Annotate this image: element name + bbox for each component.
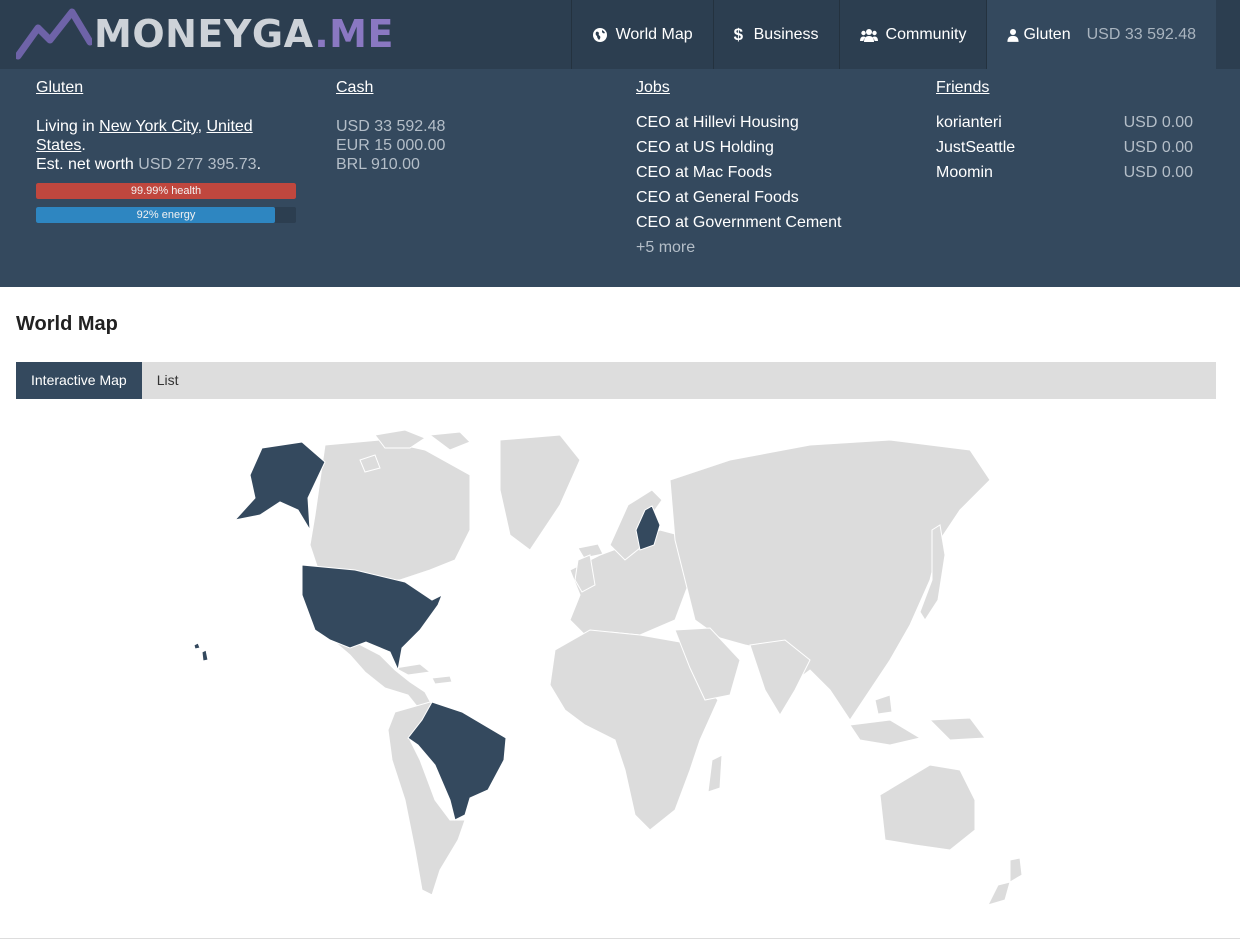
user-icon (1007, 28, 1020, 42)
job-item[interactable]: CEO at Hillevi Housing (636, 110, 906, 135)
networth-value: USD 277 395.73 (138, 156, 257, 173)
job-item[interactable]: CEO at Government Cement (636, 210, 906, 235)
friend-name: korianteri (936, 114, 1002, 131)
top-navbar: MONEYGA.ME World Map $ Business Communit… (0, 0, 1240, 69)
dollar-icon: $ (733, 24, 744, 44)
users-icon (859, 28, 878, 42)
city-link[interactable]: New York City (99, 118, 197, 135)
logo-mountain-icon (16, 8, 92, 60)
friend-name: Moomin (936, 164, 993, 181)
friends-heading-link[interactable]: Friends (936, 79, 989, 96)
view-tabs: Interactive Map List (16, 362, 1216, 399)
jobs-heading-link[interactable]: Jobs (636, 79, 670, 96)
nav-business[interactable]: $ Business (712, 0, 839, 69)
map-country-usa-alaska[interactable] (233, 441, 326, 531)
nav-user-menu[interactable]: Gluten USD 33 592.48 (986, 0, 1216, 69)
nav-world-map-label: World Map (615, 25, 693, 43)
tab-interactive-map[interactable]: Interactive Map (16, 362, 142, 399)
friend-item[interactable]: Moomin USD 0.00 (936, 160, 1193, 185)
world-map[interactable] (170, 420, 1070, 910)
map-country-canada[interactable] (309, 439, 471, 581)
energy-bar: 92% energy (36, 207, 296, 223)
health-bar-label: 99.99% health (130, 185, 202, 197)
logo[interactable]: MONEYGA.ME (16, 8, 394, 60)
networth-text: Est. net worth USD 277 395.73. (36, 156, 262, 173)
health-bar: 99.99% health (36, 183, 296, 199)
nav-world-map[interactable]: World Map (570, 0, 713, 69)
friend-amount: USD 0.00 (1123, 114, 1193, 131)
cash-usd: USD 33 592.48 (336, 118, 446, 135)
job-item[interactable]: CEO at General Foods (636, 185, 906, 210)
jobs-more-link[interactable]: +5 more (636, 235, 906, 260)
map-country-australia[interactable] (879, 764, 976, 851)
nav-username: Gluten (1023, 25, 1071, 43)
tab-list[interactable]: List (142, 362, 194, 399)
energy-bar-label: 92% energy (136, 209, 196, 221)
nav-cash-balance: USD 33 592.48 (1086, 25, 1196, 43)
map-country-madagascar[interactable] (707, 754, 723, 793)
cash-heading-link[interactable]: Cash (336, 79, 373, 96)
profile-column: Gluten Living in New York City, United S… (36, 79, 306, 223)
map-country-indonesia[interactable] (849, 694, 986, 746)
nav-community-label: Community (885, 25, 967, 43)
map-country-usa-hawaii[interactable] (193, 642, 209, 662)
dashboard-panel: Gluten Living in New York City, United S… (0, 69, 1240, 287)
cash-brl: BRL 910.00 (336, 156, 420, 173)
living-text: Living in New York City, United States. (36, 118, 253, 154)
footer-divider (0, 938, 1240, 939)
friend-name: JustSeattle (936, 139, 1016, 156)
map-country-greenland[interactable] (499, 434, 581, 551)
friend-item[interactable]: korianteri USD 0.00 (936, 110, 1193, 135)
friend-amount: USD 0.00 (1123, 139, 1193, 156)
cash-eur: EUR 15 000.00 (336, 137, 446, 154)
nav-community[interactable]: Community (838, 0, 987, 69)
job-item[interactable]: CEO at Mac Foods (636, 160, 906, 185)
map-country-new-zealand[interactable] (987, 857, 1023, 906)
friend-item[interactable]: JustSeattle USD 0.00 (936, 135, 1193, 160)
profile-heading-link[interactable]: Gluten (36, 79, 83, 96)
page-title: World Map (16, 313, 118, 335)
friends-column: Friends korianteri USD 0.00 JustSeattle US… (936, 79, 1206, 185)
friend-amount: USD 0.00 (1123, 164, 1193, 181)
jobs-column: Jobs CEO at Hillevi Housing CEO at US Ho… (636, 79, 906, 260)
main-nav: World Map $ Business Community Gluten US… (570, 0, 1216, 69)
globe-icon (592, 27, 607, 42)
logo-text: MONEYGA.ME (94, 12, 394, 56)
nav-business-label: Business (753, 25, 819, 43)
cash-column: Cash USD 33 592.48 EUR 15 000.00 BRL 910… (336, 79, 606, 174)
job-item[interactable]: CEO at US Holding (636, 135, 906, 160)
